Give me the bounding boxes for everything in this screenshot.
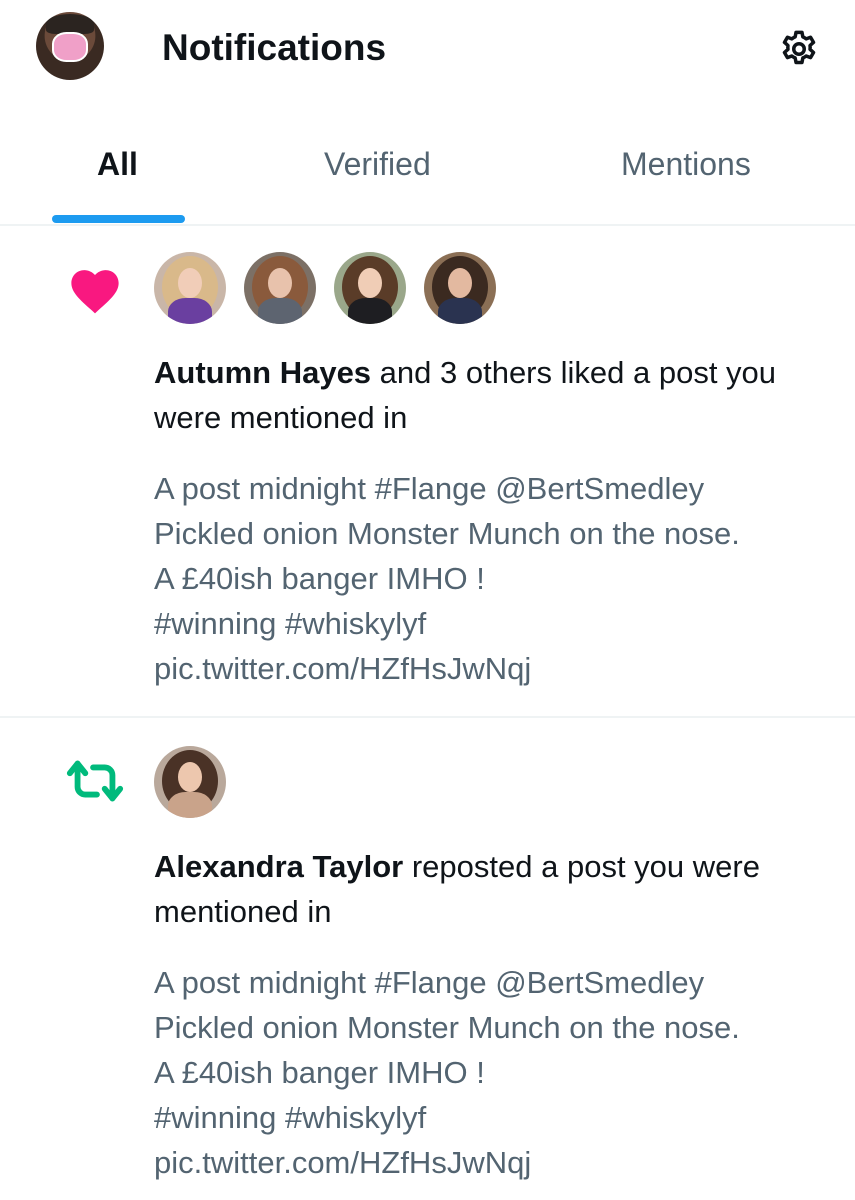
- post-line: A post midnight #Flange @BertSmedley: [154, 965, 705, 1000]
- avatar[interactable]: [334, 252, 406, 324]
- tab-bar: All Verified Mentions: [0, 130, 855, 226]
- avatar[interactable]: [154, 746, 226, 818]
- post-preview[interactable]: A post midnight #Flange @BertSmedley Pic…: [154, 960, 834, 1185]
- avatar-face: [52, 32, 88, 62]
- avatar[interactable]: [154, 252, 226, 324]
- avatar-face: [358, 268, 382, 298]
- gear-icon: [782, 30, 816, 65]
- avatar-hair: [46, 14, 94, 34]
- avatar[interactable]: [424, 252, 496, 324]
- avatar-face: [178, 762, 202, 792]
- actor-name[interactable]: Alexandra Taylor: [154, 849, 403, 884]
- repost-notification-icon: [64, 750, 126, 812]
- post-line: #winning #whiskylyf: [154, 606, 427, 641]
- top-bar: Notifications: [0, 0, 855, 100]
- settings-button[interactable]: [776, 26, 822, 72]
- heart-icon: [71, 270, 119, 314]
- post-line: Pickled onion Monster Munch on the nose.: [154, 516, 740, 551]
- avatar-clothing: [438, 298, 482, 324]
- page-title: Notifications: [162, 27, 387, 68]
- profile-avatar[interactable]: [36, 12, 104, 80]
- post-line: #winning #whiskylyf: [154, 1100, 427, 1135]
- notification-text: Autumn Hayes and 3 others liked a post y…: [154, 350, 824, 440]
- tab-mentions[interactable]: Mentions: [621, 144, 751, 184]
- repost-icon: [66, 760, 124, 802]
- tab-all[interactable]: All: [97, 144, 138, 184]
- like-notification-icon: [64, 258, 126, 320]
- avatar-face: [268, 268, 292, 298]
- actor-name[interactable]: Autumn Hayes: [154, 355, 371, 390]
- post-line: A £40ish banger IMHO !: [154, 1055, 485, 1090]
- notification-item[interactable]: Autumn Hayes and 3 others liked a post y…: [0, 230, 855, 718]
- avatar-clothing: [168, 298, 212, 324]
- avatar-face: [448, 268, 472, 298]
- post-line: A post midnight #Flange @BertSmedley: [154, 471, 705, 506]
- notification-text: Alexandra Taylor reposted a post you wer…: [154, 844, 824, 934]
- post-preview[interactable]: A post midnight #Flange @BertSmedley Pic…: [154, 466, 834, 691]
- post-link[interactable]: pic.twitter.com/HZfHsJwNqj: [154, 646, 834, 691]
- notification-item[interactable]: Alexandra Taylor reposted a post you wer…: [0, 720, 855, 1200]
- post-line: Pickled onion Monster Munch on the nose.: [154, 1010, 740, 1045]
- post-link[interactable]: pic.twitter.com/HZfHsJwNqj: [154, 1140, 834, 1185]
- avatar[interactable]: [244, 252, 316, 324]
- avatar-clothing: [258, 298, 302, 324]
- tab-verified[interactable]: Verified: [324, 144, 431, 184]
- avatar-clothing: [168, 792, 212, 818]
- post-line: A £40ish banger IMHO !: [154, 561, 485, 596]
- avatar-clothing: [348, 298, 392, 324]
- avatar-face: [178, 268, 202, 298]
- active-tab-indicator: [52, 215, 185, 223]
